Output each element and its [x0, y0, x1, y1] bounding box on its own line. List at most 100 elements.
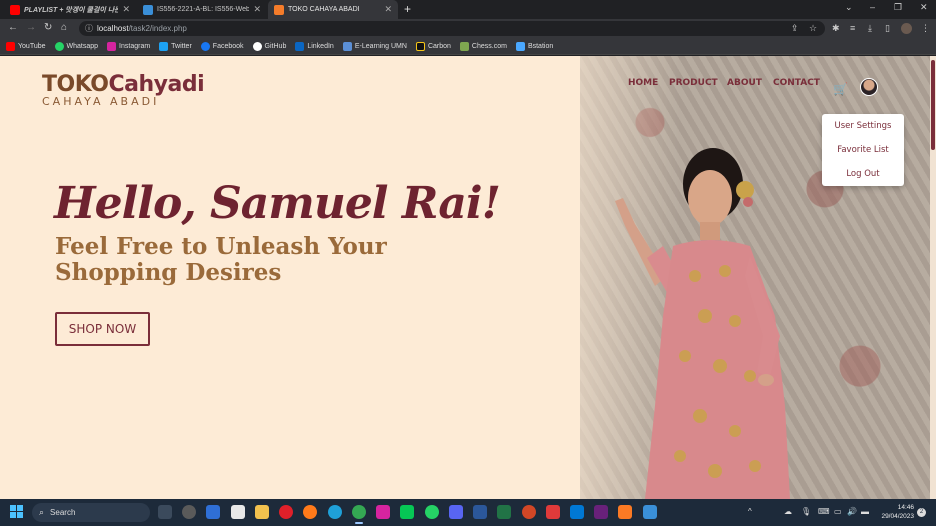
- powerpoint-icon[interactable]: [522, 505, 536, 519]
- edge-icon[interactable]: [328, 505, 342, 519]
- microphone-icon[interactable]: 🎙: [801, 507, 811, 516]
- extensions-icon[interactable]: ✱: [832, 23, 840, 34]
- site-logo[interactable]: TOKOCahyadi CAHAYA ABADI: [42, 74, 205, 108]
- display-icon[interactable]: ▭: [834, 507, 842, 516]
- firefox-icon[interactable]: [303, 505, 317, 519]
- store-icon[interactable]: [231, 505, 245, 519]
- bookmark-linkedin[interactable]: LinkedIn: [295, 41, 334, 51]
- tab-toko-cahaya-abadi[interactable]: TOKO CAHAYA ABADI ✕: [268, 0, 398, 19]
- reading-list-icon[interactable]: ≡: [850, 23, 855, 33]
- instagram-app-icon[interactable]: [376, 505, 390, 519]
- close-icon[interactable]: ✕: [384, 4, 392, 15]
- cart-icon[interactable]: 🛒: [833, 82, 848, 96]
- volume-icon[interactable]: 🔊: [847, 507, 857, 516]
- keyboard-icon[interactable]: ⌨: [818, 507, 830, 516]
- onedrive-cloud-icon[interactable]: ☁: [784, 507, 792, 516]
- nav-contact[interactable]: CONTACT: [773, 78, 820, 88]
- xampp-icon: [274, 4, 284, 15]
- logo-subtitle: CAHAYA ABADI: [42, 95, 160, 108]
- menu-item-user-settings[interactable]: User Settings: [822, 121, 904, 131]
- figma-icon[interactable]: [546, 505, 560, 519]
- chrome-icon[interactable]: [352, 505, 366, 524]
- opera-icon[interactable]: [279, 505, 293, 519]
- share-icon[interactable]: ⇪: [791, 23, 799, 34]
- file-explorer-icon[interactable]: [255, 505, 269, 519]
- tab-is556[interactable]: IS556-2221-A-BL: IS556-Web De ✕: [137, 0, 267, 19]
- close-icon[interactable]: ✕: [122, 4, 130, 15]
- bookmark-label: Whatsapp: [66, 42, 99, 50]
- menu-kebab-icon[interactable]: ⋮: [921, 23, 930, 34]
- maximize-button[interactable]: ❐: [894, 2, 902, 13]
- bookmark-youtube[interactable]: YouTube: [6, 41, 46, 51]
- tab-playlist[interactable]: PLAYLIST + 맛갱이 쿨걸이 나는 ✕: [4, 0, 136, 19]
- nav-product[interactable]: PRODUCT: [669, 78, 718, 88]
- menu-item-favorite-list[interactable]: Favorite List: [822, 145, 904, 155]
- elearning-icon: [342, 41, 352, 51]
- excel-icon[interactable]: [497, 505, 511, 519]
- download-icon[interactable]: ⤓: [868, 23, 872, 34]
- bookmark-carbon[interactable]: Carbon: [415, 41, 451, 51]
- xampp-app-icon[interactable]: [618, 505, 632, 519]
- browser-toolbar: ← → ↻ ⌂ ⓘ localhost/task2/index.php ⇪ ☆ …: [0, 19, 936, 38]
- defender-icon[interactable]: [206, 505, 220, 519]
- tab-title: PLAYLIST + 맛갱이 쿨걸이 나는: [24, 6, 119, 14]
- minimize-button[interactable]: –: [870, 2, 875, 12]
- url-text: localhost/task2/index.php: [97, 24, 187, 33]
- user-avatar[interactable]: [860, 78, 878, 96]
- window-close-button[interactable]: ✕: [920, 2, 928, 13]
- whatsapp-icon: [54, 41, 64, 51]
- bookmark-label: E-Learning UMN: [354, 42, 407, 50]
- page-scrollbar[interactable]: [930, 56, 936, 499]
- close-icon[interactable]: ✕: [253, 4, 261, 15]
- notification-badge[interactable]: 2: [917, 508, 926, 517]
- nav-home[interactable]: HOME: [628, 78, 658, 88]
- back-arrow-icon[interactable]: ←: [8, 22, 18, 33]
- bookmark-instagram[interactable]: Instagram: [107, 41, 150, 51]
- home-icon[interactable]: ⌂: [61, 22, 67, 33]
- bookmark-bstation[interactable]: Bstation: [515, 41, 553, 51]
- menu-item-log-out[interactable]: Log Out: [822, 169, 904, 179]
- side-panel-icon[interactable]: ▯: [885, 23, 890, 34]
- bookmark-chess[interactable]: Chess.com: [459, 41, 507, 51]
- bstation-icon: [515, 41, 525, 51]
- vscode-icon[interactable]: [570, 505, 584, 519]
- tray-overflow-chevron-icon[interactable]: ^: [748, 507, 752, 516]
- bookmark-facebook[interactable]: Facebook: [200, 41, 244, 51]
- bookmark-star-icon[interactable]: ☆: [809, 23, 817, 34]
- word-icon[interactable]: [473, 505, 487, 519]
- bookmark-elearning-umn[interactable]: E-Learning UMN: [342, 41, 407, 51]
- windows-taskbar: ⌕ Search ^ ☁ 🎙 ⌨ ▭ 🔊 ▬ 14:46 29/04/2023 …: [0, 499, 936, 526]
- profile-avatar-icon[interactable]: [901, 23, 912, 34]
- browser-tab-bar: PLAYLIST + 맛갱이 쿨걸이 나는 ✕ IS556-2221-A-BL:…: [0, 0, 936, 19]
- widgets-icon[interactable]: [182, 505, 196, 519]
- shop-now-button[interactable]: SHOP NOW: [55, 312, 150, 346]
- bookmark-twitter[interactable]: Twitter: [159, 41, 192, 51]
- windows-start-icon[interactable]: [10, 505, 24, 519]
- carbon-icon: [415, 41, 425, 51]
- snipping-tool-icon[interactable]: [643, 505, 657, 519]
- forward-arrow-icon[interactable]: →: [26, 22, 36, 33]
- taskbar-search[interactable]: ⌕ Search: [32, 503, 150, 522]
- visual-studio-icon[interactable]: [594, 505, 608, 519]
- whatsapp-app-icon[interactable]: [425, 505, 439, 519]
- taskbar-clock[interactable]: 14:46 29/04/2023: [876, 503, 914, 521]
- task-view-icon[interactable]: [158, 505, 172, 519]
- info-icon[interactable]: ⓘ: [85, 23, 93, 34]
- tab-search-icon[interactable]: ⌄: [845, 2, 853, 13]
- new-tab-button[interactable]: +: [404, 2, 411, 16]
- url-path: /task2/index.php: [128, 24, 187, 33]
- discord-icon[interactable]: [449, 505, 463, 519]
- bookmark-whatsapp[interactable]: Whatsapp: [54, 41, 99, 51]
- address-bar[interactable]: ⓘ localhost/task2/index.php ⇪ ☆: [79, 21, 825, 36]
- scrollbar-thumb[interactable]: [931, 60, 935, 150]
- clock-date: 29/04/2023: [881, 513, 914, 520]
- nav-about[interactable]: ABOUT: [727, 78, 762, 88]
- battery-icon[interactable]: ▬: [861, 507, 869, 516]
- reload-icon[interactable]: ↻: [44, 22, 52, 33]
- user-dropdown-menu: User Settings Favorite List Log Out: [822, 114, 904, 186]
- tab-title: TOKO CAHAYA ABADI: [288, 6, 360, 13]
- bookmark-github[interactable]: GitHub: [252, 41, 286, 51]
- line-icon[interactable]: [400, 505, 414, 519]
- bookmark-label: Twitter: [171, 42, 192, 50]
- clock-time: 14:46: [897, 504, 914, 511]
